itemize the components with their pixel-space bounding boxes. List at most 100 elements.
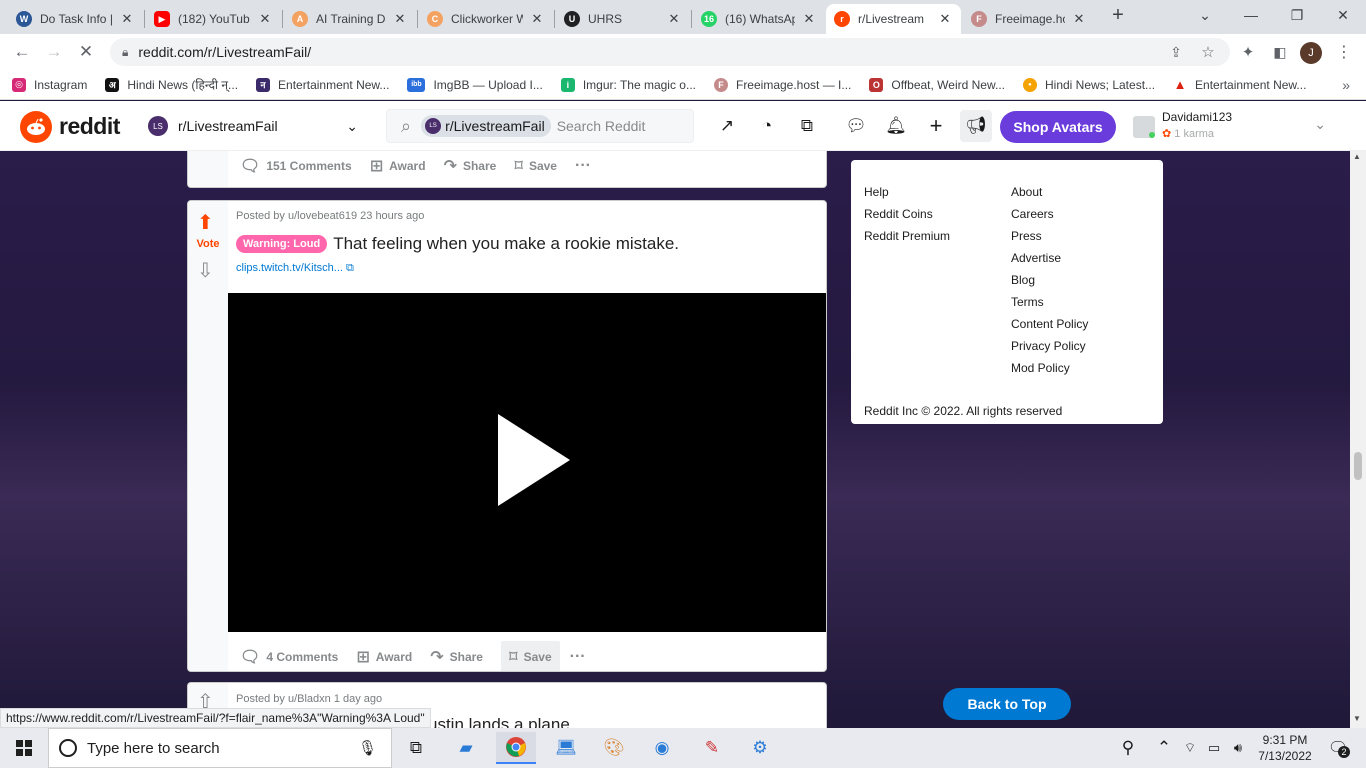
share-icon[interactable]: ⇪ xyxy=(1162,38,1190,66)
browser-tab-active[interactable]: r r/Livestream ✕ xyxy=(826,4,961,34)
browser-tab[interactable]: F Freeimage.ho ✕ xyxy=(963,4,1095,34)
new-tab-button[interactable]: + xyxy=(1096,0,1140,30)
browser-tab[interactable]: C Clickworker W ✕ xyxy=(419,4,553,34)
bookmark-item[interactable]: i Imgur: The magic o... xyxy=(560,77,696,92)
award-button[interactable]: ⊞ Award xyxy=(370,156,426,176)
search-input[interactable]: ⌕ LS r/LivestreamFail Search Reddit xyxy=(386,109,694,143)
notifications-bell-icon[interactable]: 🔔︎ xyxy=(884,114,908,138)
close-window-icon[interactable]: ✕ xyxy=(1320,0,1366,30)
post-flair[interactable]: Warning: Loud xyxy=(236,235,328,253)
footer-link-advertise[interactable]: Advertise xyxy=(1011,251,1061,265)
browser-tab[interactable]: W Do Task Info | ✕ xyxy=(8,4,143,34)
video-icon[interactable]: ⧉ xyxy=(795,114,819,138)
address-bar[interactable]: 🔒︎ reddit.com/r/LivestreamFail/ xyxy=(110,38,1230,66)
reddit-wordmark[interactable]: reddit xyxy=(59,113,120,140)
search-community-chip[interactable]: LS r/LivestreamFail xyxy=(421,115,551,137)
restore-icon[interactable]: ❐ xyxy=(1274,0,1320,30)
app-icon-globe[interactable]: ◉ xyxy=(642,732,682,764)
post-title[interactable]: ustin lands a plane xyxy=(428,715,570,728)
bookmark-item[interactable]: F Freeimage.host — I... xyxy=(713,77,851,92)
footer-link-press[interactable]: Press xyxy=(1011,229,1042,243)
more-options-icon[interactable]: ··· xyxy=(570,648,586,666)
windows-start-icon[interactable] xyxy=(4,732,44,764)
create-post-icon[interactable]: + xyxy=(924,113,948,138)
side-panel-icon[interactable]: ◧ xyxy=(1266,38,1294,66)
tab-search-icon[interactable]: ⌄ xyxy=(1182,0,1228,30)
bookmark-item[interactable]: ● Hindi News; Latest... xyxy=(1022,77,1155,92)
shop-avatars-button[interactable]: Shop Avatars xyxy=(1000,111,1116,143)
stop-loading-icon[interactable]: ✕ xyxy=(72,38,100,66)
close-tab-icon[interactable]: ✕ xyxy=(1071,11,1087,27)
stats-icon[interactable]: ◔ xyxy=(755,114,779,138)
app-icon-paint[interactable]: 🎨︎ xyxy=(594,732,634,764)
comments-button[interactable]: 🗨︎ 4 Comments xyxy=(240,647,338,667)
taskbar-search-input[interactable]: Type here to search 🎙︎ xyxy=(48,728,392,768)
footer-link-coins[interactable]: Reddit Coins xyxy=(864,207,933,221)
bookmark-star-icon[interactable]: ☆ xyxy=(1194,38,1222,66)
browser-tab[interactable]: A AI Training Da ✕ xyxy=(284,4,416,34)
browser-tab[interactable]: ▶ (182) YouTub ✕ xyxy=(146,4,281,34)
bookmark-item[interactable]: ibb ImgBB — Upload I... xyxy=(407,77,543,92)
downvote-arrow-icon[interactable]: ⇩ xyxy=(197,258,214,283)
post-link[interactable]: clips.twitch.tv/Kitsch... ⧉ xyxy=(236,262,354,275)
notification-center-icon[interactable]: 🗨︎ 2 xyxy=(1318,732,1358,764)
browser-tab[interactable]: U UHRS ✕ xyxy=(556,4,690,34)
play-icon[interactable] xyxy=(498,414,570,506)
close-tab-icon[interactable]: ✕ xyxy=(119,11,135,27)
page-scrollbar[interactable]: ▲ ▼ xyxy=(1350,151,1366,728)
chevron-up-icon[interactable]: ⌃ xyxy=(1150,732,1178,764)
award-button[interactable]: ⊞ Award xyxy=(356,647,412,667)
back-icon[interactable]: ← xyxy=(8,38,36,66)
footer-link-mod-policy[interactable]: Mod Policy xyxy=(1011,361,1070,375)
footer-link-terms[interactable]: Terms xyxy=(1011,295,1044,309)
app-icon-laptop[interactable]: 💻︎ xyxy=(546,732,586,764)
system-clock[interactable]: 9:31 PM 7/13/2022 xyxy=(1252,732,1318,764)
chrome-taskbar-icon[interactable] xyxy=(496,732,536,764)
forward-icon[interactable]: → xyxy=(40,38,68,66)
reddit-logo-icon[interactable] xyxy=(20,111,52,143)
profile-avatar[interactable]: J xyxy=(1300,42,1322,64)
community-dropdown[interactable]: LS r/LivestreamFail ⌄ xyxy=(140,110,366,142)
menu-kebab-icon[interactable]: ⋮ xyxy=(1330,38,1358,66)
footer-link-help[interactable]: Help xyxy=(864,185,889,199)
video-player[interactable] xyxy=(228,293,826,632)
app-icon-settings[interactable]: ⚙︎ xyxy=(740,732,780,764)
share-button[interactable]: ↷ Share xyxy=(444,156,497,176)
volume-icon[interactable]: 🔊︎ xyxy=(1224,732,1252,764)
footer-link-privacy-policy[interactable]: Privacy Policy xyxy=(1011,339,1086,353)
browser-tab[interactable]: 16 (16) WhatsAp ✕ xyxy=(693,4,825,34)
app-icon-notepad[interactable]: ▰ xyxy=(446,732,486,764)
post-card[interactable]: 🗨︎ 151 Comments ⊞ Award ↷ Share ⌑ Save ··· xyxy=(187,151,827,188)
bookmark-item[interactable]: O Offbeat, Weird New... xyxy=(869,77,1005,92)
close-tab-icon[interactable]: ✕ xyxy=(666,11,682,27)
more-bookmarks-icon[interactable]: » xyxy=(1342,77,1350,93)
bookmark-item[interactable]: ◎ Instagram xyxy=(12,77,87,92)
save-button[interactable]: ⌑ Save xyxy=(500,641,560,671)
app-icon-paint-alt[interactable]: ✎ xyxy=(692,732,732,764)
back-to-top-button[interactable]: Back to Top xyxy=(943,688,1071,720)
microphone-icon[interactable]: 🎙︎ xyxy=(358,739,377,757)
post-card[interactable]: ⬆ Vote ⇩ Posted by u/lovebeat619 23 hour… xyxy=(187,200,827,672)
task-view-icon[interactable]: ⧉ xyxy=(396,732,436,764)
bookmark-item[interactable]: न Entertainment New... xyxy=(256,77,389,92)
close-tab-icon[interactable]: ✕ xyxy=(257,11,273,27)
people-icon[interactable]: ⚲ xyxy=(1110,732,1146,764)
close-tab-icon[interactable]: ✕ xyxy=(937,11,953,27)
user-dropdown[interactable]: Davidami123 ✿ 1 karma ⌄ xyxy=(1128,106,1338,146)
comments-button[interactable]: 🗨︎ 151 Comments xyxy=(240,156,352,176)
save-button[interactable]: ⌑ Save xyxy=(514,156,557,176)
bookmark-item[interactable]: अ Hindi News (हिन्दी न्... xyxy=(105,76,238,93)
scrollbar-thumb[interactable] xyxy=(1354,452,1362,480)
post-title[interactable]: That feeling when you make a rookie mist… xyxy=(333,234,679,254)
close-tab-icon[interactable]: ✕ xyxy=(392,11,408,27)
extensions-icon[interactable]: ✦ xyxy=(1234,38,1262,66)
advertise-megaphone-icon[interactable]: 📢︎ xyxy=(960,110,992,142)
bookmark-item[interactable]: ▲ Entertainment New... xyxy=(1173,77,1307,92)
minimize-icon[interactable]: — xyxy=(1228,0,1274,30)
scroll-up-icon[interactable]: ▲ xyxy=(1353,152,1361,161)
footer-link-about[interactable]: About xyxy=(1011,185,1042,199)
close-tab-icon[interactable]: ✕ xyxy=(529,11,545,27)
footer-link-blog[interactable]: Blog xyxy=(1011,273,1035,287)
more-options-icon[interactable]: ··· xyxy=(575,156,591,176)
chat-icon[interactable]: 💬︎ xyxy=(844,114,868,138)
